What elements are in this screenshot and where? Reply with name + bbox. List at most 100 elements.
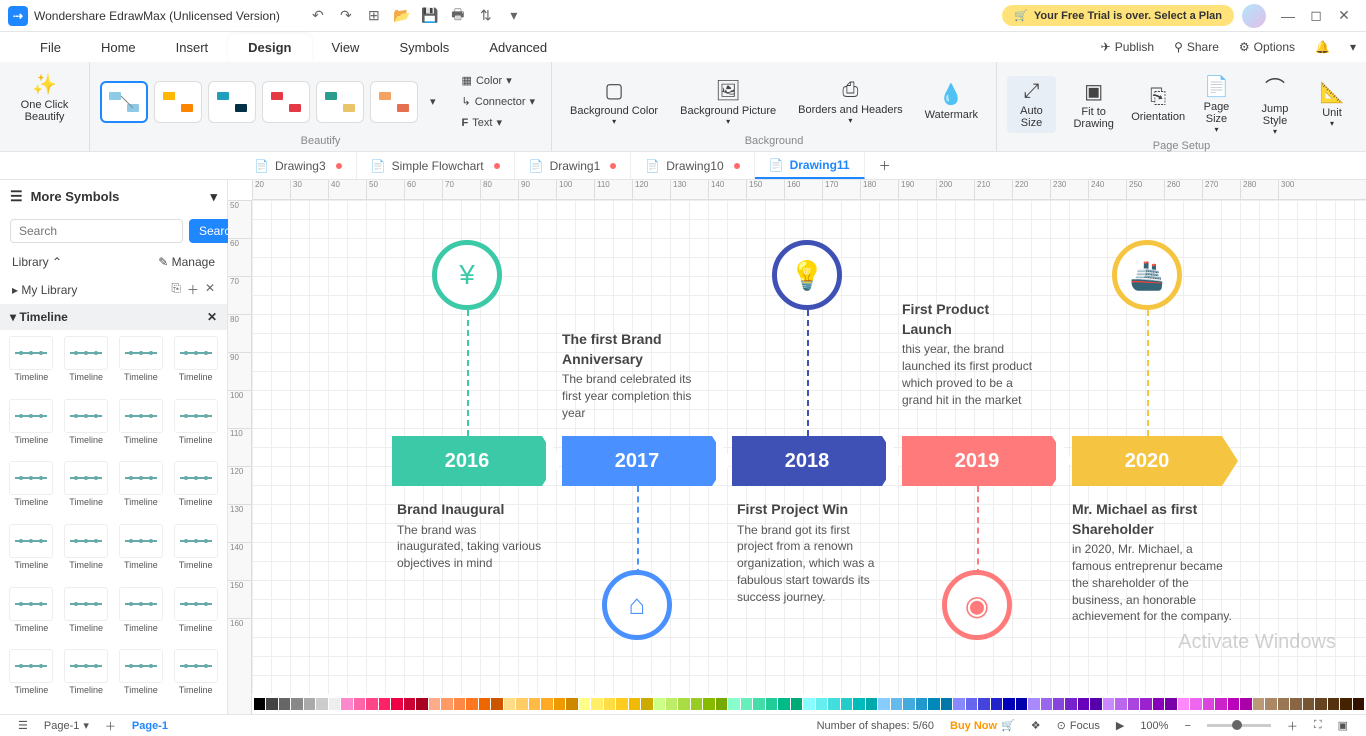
- color-swatch[interactable]: [1265, 698, 1276, 710]
- color-swatch[interactable]: [1065, 698, 1076, 710]
- more-icon[interactable]: ▾: [500, 2, 528, 30]
- timeline-shape[interactable]: Timeline: [61, 649, 112, 708]
- yen-icon[interactable]: ¥: [432, 240, 502, 310]
- maximize-icon[interactable]: ◻: [1302, 2, 1330, 30]
- style-preset-4[interactable]: [262, 81, 310, 123]
- tab-drawing3[interactable]: 📄 Drawing3: [240, 152, 357, 179]
- color-swatch[interactable]: [616, 698, 627, 710]
- timeline-shape[interactable]: Timeline: [6, 649, 57, 708]
- search-input[interactable]: [10, 219, 183, 243]
- timeline-shape[interactable]: Timeline: [116, 336, 167, 395]
- color-swatch[interactable]: [579, 698, 590, 710]
- color-swatch[interactable]: [1340, 698, 1351, 710]
- timeline-shape[interactable]: Timeline: [116, 649, 167, 708]
- new-icon[interactable]: ⊞: [360, 2, 388, 30]
- timeline-shape[interactable]: Timeline: [61, 461, 112, 520]
- timeline-shape[interactable]: Timeline: [116, 399, 167, 458]
- color-swatch[interactable]: [529, 698, 540, 710]
- aperture-icon[interactable]: ◉: [942, 570, 1012, 640]
- color-swatch[interactable]: [753, 698, 764, 710]
- color-swatch[interactable]: [866, 698, 877, 710]
- color-swatch[interactable]: [591, 698, 602, 710]
- color-swatch[interactable]: [828, 698, 839, 710]
- text-2020[interactable]: Mr. Michael as first Shareholderin 2020,…: [1072, 500, 1232, 625]
- style-preset-1[interactable]: [100, 81, 148, 123]
- close-icon[interactable]: ✕: [1330, 2, 1358, 30]
- chevron-2016[interactable]: 2016: [392, 436, 542, 486]
- zoom-out-button[interactable]: −: [1176, 720, 1198, 732]
- color-swatch[interactable]: [1140, 698, 1151, 710]
- color-swatch[interactable]: [678, 698, 689, 710]
- timeline-shape[interactable]: Timeline: [116, 587, 167, 646]
- color-swatch[interactable]: [454, 698, 465, 710]
- save-icon[interactable]: 💾: [416, 2, 444, 30]
- color-swatch[interactable]: [716, 698, 727, 710]
- color-swatch[interactable]: [1315, 698, 1326, 710]
- timeline-shape[interactable]: Timeline: [6, 336, 57, 395]
- chevron-2020[interactable]: 2020: [1072, 436, 1222, 486]
- focus-button[interactable]: ⊙ Focus: [1049, 719, 1108, 732]
- chevron-2019[interactable]: 2019: [902, 436, 1052, 486]
- auto-size-button[interactable]: ⤢Auto Size: [1007, 76, 1056, 133]
- color-swatch[interactable]: [1016, 698, 1027, 710]
- undo-icon[interactable]: ↶: [304, 2, 332, 30]
- home-yen-icon[interactable]: ⌂: [602, 570, 672, 640]
- color-swatch[interactable]: [1303, 698, 1314, 710]
- color-swatch[interactable]: [1090, 698, 1101, 710]
- color-swatch[interactable]: [816, 698, 827, 710]
- color-swatch[interactable]: [416, 698, 427, 710]
- color-button[interactable]: ▦ Color ▾: [456, 71, 542, 90]
- color-swatch[interactable]: [978, 698, 989, 710]
- color-swatch[interactable]: [991, 698, 1002, 710]
- color-swatch[interactable]: [941, 698, 952, 710]
- color-swatch[interactable]: [1165, 698, 1176, 710]
- color-swatch[interactable]: [691, 698, 702, 710]
- buy-now-button[interactable]: Buy Now 🛒: [942, 719, 1023, 732]
- fit-drawing-button[interactable]: ▣Fit to Drawing: [1062, 75, 1125, 134]
- timeline-shape[interactable]: Timeline: [6, 399, 57, 458]
- timeline-shape[interactable]: Timeline: [170, 336, 221, 395]
- color-swatch[interactable]: [391, 698, 402, 710]
- menu-file[interactable]: File: [20, 34, 81, 61]
- color-swatch[interactable]: [1240, 698, 1251, 710]
- style-more-icon[interactable]: ▾: [424, 92, 442, 111]
- canvas[interactable]: ¥ 💡 🚢 ⌂ ◉ 2016 2017 2018 2019 2020 The f…: [252, 200, 1366, 694]
- color-swatch[interactable]: [1028, 698, 1039, 710]
- bg-picture-button[interactable]: 🖼Background Picture▾: [672, 74, 784, 130]
- color-swatch[interactable]: [1115, 698, 1126, 710]
- color-swatch[interactable]: [479, 698, 490, 710]
- more-symbols-button[interactable]: ☰More Symbols▾: [0, 180, 227, 213]
- color-swatch[interactable]: [429, 698, 440, 710]
- color-swatch[interactable]: [903, 698, 914, 710]
- share-button[interactable]: ⚲ Share: [1164, 40, 1229, 54]
- layers-icon[interactable]: ❖: [1023, 719, 1049, 732]
- color-swatch[interactable]: [1203, 698, 1214, 710]
- style-preset-6[interactable]: [370, 81, 418, 123]
- minimize-icon[interactable]: —: [1274, 2, 1302, 30]
- color-swatch[interactable]: [1290, 698, 1301, 710]
- color-swatch[interactable]: [554, 698, 565, 710]
- color-swatch[interactable]: [279, 698, 290, 710]
- color-swatch[interactable]: [1278, 698, 1289, 710]
- text-button[interactable]: F Text ▾: [456, 113, 542, 132]
- color-swatch[interactable]: [604, 698, 615, 710]
- page-selector[interactable]: Page-1 ▾: [36, 719, 97, 732]
- color-swatch[interactable]: [404, 698, 415, 710]
- zoom-in-button[interactable]: ＋: [1279, 718, 1306, 734]
- page-list-icon[interactable]: ☰: [10, 719, 36, 732]
- bg-color-button[interactable]: ▢Background Color▾: [562, 74, 666, 130]
- orientation-button[interactable]: ⎘Orientation: [1131, 82, 1185, 127]
- trial-notice[interactable]: 🛒 Your Free Trial is over. Select a Plan: [1002, 5, 1234, 26]
- color-swatch[interactable]: [666, 698, 677, 710]
- style-preset-5[interactable]: [316, 81, 364, 123]
- color-swatch[interactable]: [953, 698, 964, 710]
- color-swatch[interactable]: [291, 698, 302, 710]
- style-preset-3[interactable]: [208, 81, 256, 123]
- color-swatch[interactable]: [354, 698, 365, 710]
- avatar[interactable]: [1242, 4, 1266, 28]
- zoom-slider[interactable]: [1199, 724, 1279, 727]
- menu-advanced[interactable]: Advanced: [469, 34, 567, 61]
- color-swatch[interactable]: [379, 698, 390, 710]
- timeline-shape[interactable]: Timeline: [6, 587, 57, 646]
- color-swatch[interactable]: [916, 698, 927, 710]
